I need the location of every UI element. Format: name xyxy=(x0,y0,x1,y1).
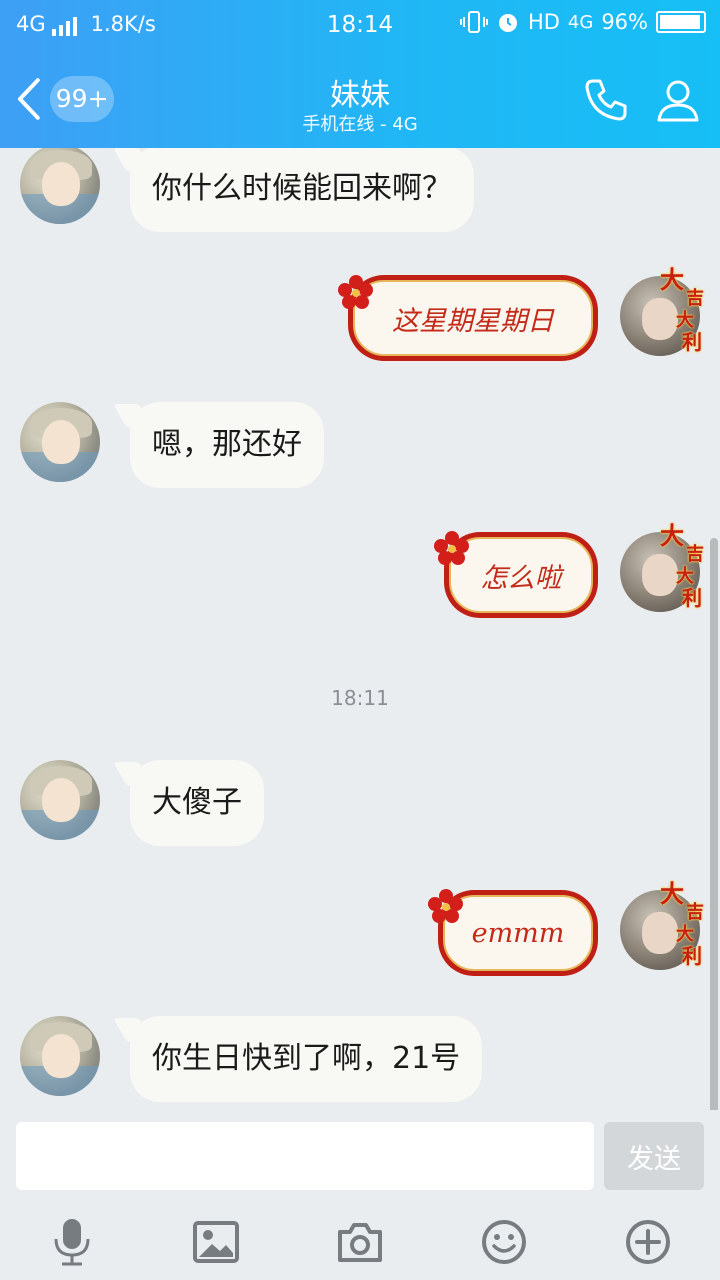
message-bubble-received[interactable]: 你生日快到了啊，21号 xyxy=(130,1016,483,1102)
call-button[interactable] xyxy=(578,72,634,128)
plum-flower-icon xyxy=(428,889,463,923)
camera-button[interactable] xyxy=(332,1214,388,1270)
message-text: 这星期星期日 xyxy=(353,280,593,356)
message-bubble-received[interactable]: 你什么时候能回来啊？ xyxy=(130,148,474,232)
message-input[interactable] xyxy=(16,1122,594,1190)
message-bubble-received[interactable]: 嗯，那还好 xyxy=(130,402,324,488)
timestamp: 18:11 xyxy=(331,686,389,710)
emoji-button[interactable] xyxy=(476,1214,532,1270)
image-icon xyxy=(193,1221,239,1263)
header: 4G 1.8K/s 18:14 HD 4G 96% 99+ 妹妹 手机在线 - … xyxy=(0,0,720,148)
contact-avatar[interactable] xyxy=(20,148,100,224)
avatar-badge-char: 大 xyxy=(660,521,684,550)
vibrate-icon xyxy=(459,11,488,33)
user-icon xyxy=(657,80,699,122)
contact-avatar[interactable] xyxy=(20,402,100,482)
avatar-badge-char: 利 xyxy=(682,586,702,610)
chat-area[interactable]: 你什么时候能回来啊？ 这星期星期日 大 吉 大 利 嗯，那还好 怎么啦 大 吉 … xyxy=(0,148,720,1110)
camera-icon xyxy=(338,1223,382,1262)
send-button[interactable]: 发送 xyxy=(604,1122,704,1190)
microphone-icon xyxy=(54,1219,90,1266)
battery-icon xyxy=(656,11,706,33)
input-area: 发送 xyxy=(0,1110,720,1280)
network-4g: 4G xyxy=(567,11,594,33)
phone-icon xyxy=(585,79,627,121)
profile-button[interactable] xyxy=(650,72,706,128)
more-button[interactable] xyxy=(620,1214,676,1270)
avatar-badge-char: 大 xyxy=(660,265,684,294)
status-right: HD 4G 96% xyxy=(459,10,706,34)
avatar-badge-char: 大 xyxy=(660,879,684,908)
avatar-badge-char: 利 xyxy=(682,944,702,968)
plus-icon xyxy=(626,1220,670,1264)
avatar-badge-char: 利 xyxy=(682,330,702,354)
contact-avatar[interactable] xyxy=(20,1016,100,1096)
emoji-icon xyxy=(482,1220,526,1264)
alarm-icon xyxy=(498,14,517,32)
message-bubble-sent[interactable]: 这星期星期日 xyxy=(348,275,598,361)
message-bubble-received[interactable]: 大傻子 xyxy=(130,760,264,846)
voice-button[interactable] xyxy=(44,1214,100,1270)
plum-flower-icon xyxy=(434,531,469,565)
hd-label: HD xyxy=(527,10,560,34)
photo-button[interactable] xyxy=(188,1214,244,1270)
status-bar: 4G 1.8K/s 18:14 HD 4G 96% xyxy=(0,0,720,50)
title-bar: 99+ 妹妹 手机在线 - 4G xyxy=(0,50,720,148)
input-toolbar xyxy=(0,1206,720,1280)
battery-percent: 96% xyxy=(601,10,648,34)
plum-flower-icon xyxy=(338,275,373,309)
contact-avatar[interactable] xyxy=(20,760,100,840)
chat-scrollbar[interactable] xyxy=(710,538,718,1110)
